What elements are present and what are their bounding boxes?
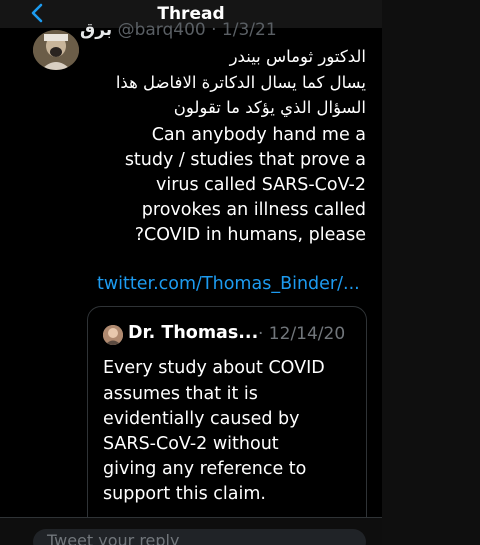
quoted-text-line: support this claim. bbox=[103, 484, 266, 504]
quoted-text-line: Every study about COVID bbox=[103, 358, 325, 378]
tweet-text-line: virus called SARS-CoV-2 bbox=[156, 175, 366, 195]
author-handle: @barq400 · 1/3/21 bbox=[117, 20, 277, 40]
tweet-text-line: Can anybody hand me a bbox=[151, 125, 366, 145]
tweet-link[interactable]: twitter.com/Thomas_Binder/... bbox=[97, 274, 360, 294]
tweet-text-line: الدكتور ثوماس بيندر bbox=[229, 47, 366, 66]
tweet-text-line: study / studies that prove a bbox=[124, 150, 366, 170]
tweet-text-line: يسال كما يسال الدكاترة الافاضل هذا bbox=[115, 73, 366, 92]
tweet-text-line: ?COVID in humans, please bbox=[134, 225, 366, 245]
tweet-text-line: provokes an illness called bbox=[141, 200, 366, 220]
quoted-text-line: assumes that it is bbox=[103, 384, 258, 404]
quoted-date: · 12/14/20 bbox=[258, 324, 346, 344]
thread-panel: Thread برق @barq400 · 1/3/21 الدكتور ثوم… bbox=[0, 0, 382, 545]
quoted-text-line: SARS-CoV-2 without bbox=[103, 434, 279, 454]
quoted-tweet-card[interactable]: Dr. Thomas... · 12/14/20 Every study abo… bbox=[87, 306, 367, 545]
side-strip bbox=[382, 0, 480, 545]
quoted-text-line: giving any reference to bbox=[103, 459, 307, 479]
quoted-text-line: evidentially caused by bbox=[103, 409, 300, 429]
quoted-author-name: Dr. Thomas... bbox=[128, 323, 259, 343]
reply-input[interactable]: Tweet your reply bbox=[33, 529, 366, 545]
quoted-avatar bbox=[103, 325, 123, 345]
tweet-text-line: السؤال الذي يؤكد ما تقولون bbox=[173, 98, 366, 117]
tweet-author-row: برق @barq400 · 1/3/21 bbox=[80, 20, 277, 40]
reply-placeholder: Tweet your reply bbox=[47, 531, 180, 545]
author-name[interactable]: برق bbox=[80, 20, 112, 40]
